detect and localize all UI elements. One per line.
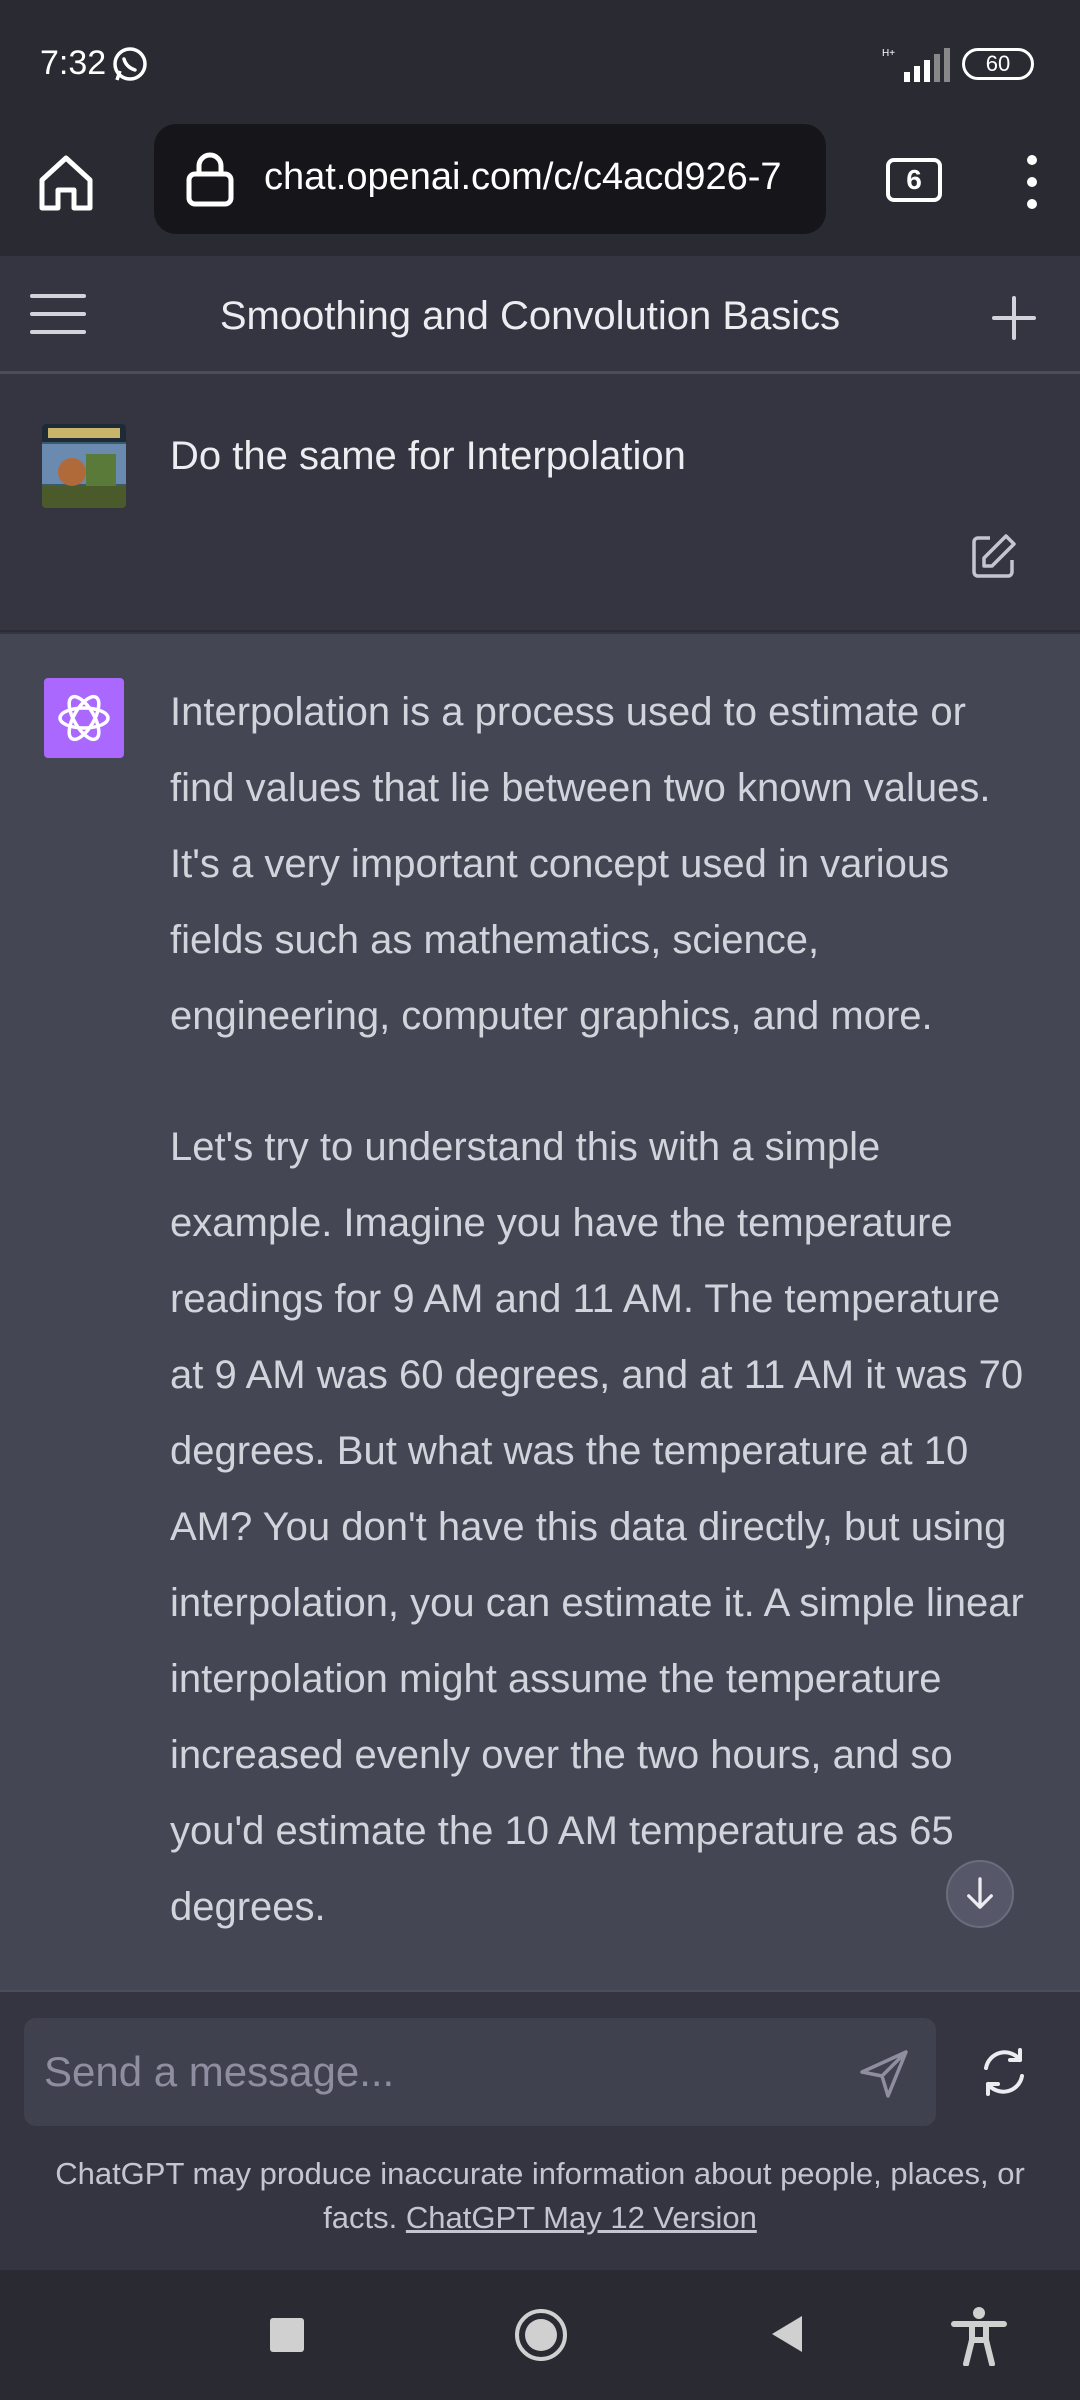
system-nav-bar [0, 2270, 1080, 2400]
network-type: H+ [882, 48, 895, 59]
chat-header: Smoothing and Convolution Basics [0, 256, 1080, 374]
hamburger-icon[interactable] [30, 292, 88, 336]
assistant-message-text: Interpolation is a process used to estim… [170, 674, 1030, 1990]
openai-logo-icon [44, 678, 124, 758]
status-bar: 7:32 H+ 60 [0, 0, 1080, 124]
disclaimer: ChatGPT may produce inaccurate informati… [30, 2152, 1050, 2240]
message-input[interactable] [44, 2036, 844, 2108]
tabs-button[interactable]: 6 [886, 158, 942, 202]
whatsapp-icon [113, 47, 147, 81]
accessibility-icon[interactable] [950, 2306, 1008, 2366]
url-text[interactable]: chat.openai.com/c/c4acd926-7 [264, 156, 824, 199]
version-link[interactable]: ChatGPT May 12 Version [406, 2200, 757, 2235]
assistant-paragraph: Interpolation is a process used to estim… [170, 690, 991, 1038]
assistant-paragraph: Let's try to understand this with a simp… [170, 1125, 1024, 1929]
composer: ChatGPT may produce inaccurate informati… [0, 1990, 1080, 2270]
arrow-down-icon[interactable] [946, 1860, 1014, 1928]
message-input-box[interactable] [24, 2018, 936, 2126]
send-icon[interactable] [858, 2048, 910, 2100]
plus-icon[interactable] [990, 294, 1038, 342]
more-vert-icon[interactable] [1018, 152, 1046, 212]
avatar [42, 424, 126, 508]
assistant-message: Interpolation is a process used to estim… [0, 634, 1080, 1990]
chat-title: Smoothing and Convolution Basics [219, 294, 841, 338]
address-bar[interactable]: chat.openai.com/c/c4acd926-7 [154, 124, 826, 234]
home-circle-icon[interactable] [514, 2308, 568, 2362]
user-message-text: Do the same for Interpolation [170, 434, 686, 478]
regenerate-icon[interactable] [976, 2044, 1032, 2100]
edit-icon[interactable] [970, 532, 1018, 580]
recents-icon[interactable] [270, 2318, 304, 2352]
browser-toolbar: chat.openai.com/c/c4acd926-7 6 [0, 124, 1080, 256]
home-icon[interactable] [34, 150, 98, 214]
signal-icon: H+ [882, 48, 950, 82]
status-time: 7:32 [40, 44, 107, 82]
user-message: Do the same for Interpolation [0, 376, 1080, 632]
back-icon[interactable] [766, 2312, 810, 2356]
lock-icon [186, 152, 234, 207]
battery-indicator: 60 [962, 48, 1034, 80]
